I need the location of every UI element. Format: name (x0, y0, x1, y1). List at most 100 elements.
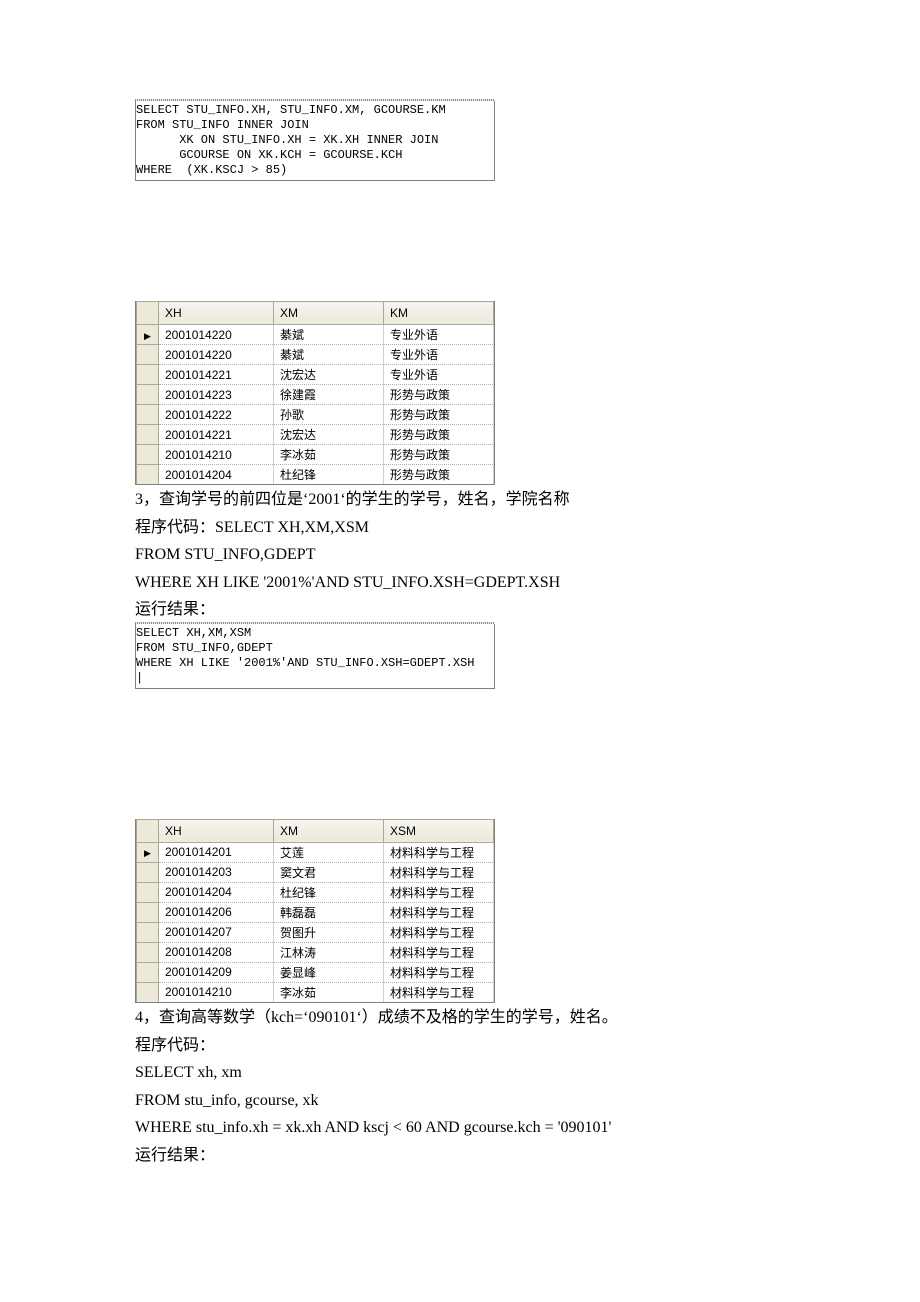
cell: 2001014220 (159, 345, 274, 365)
cell: 沈宏达 (274, 365, 384, 385)
table-row: 2001014222孙歌形势与政策 (137, 405, 494, 425)
cell: 綦斌 (274, 325, 384, 345)
cell: 形势与政策 (384, 445, 494, 465)
cell: 形势与政策 (384, 385, 494, 405)
cell: 专业外语 (384, 365, 494, 385)
row-selector (137, 902, 159, 922)
row-selector (137, 922, 159, 942)
row-selector (137, 425, 159, 445)
table-row: 2001014203窦文君材料科学与工程 (137, 862, 494, 882)
cell: 材料科学与工程 (384, 982, 494, 1002)
row-selector (137, 982, 159, 1002)
row-selector-header (137, 819, 159, 842)
cell: 材料科学与工程 (384, 942, 494, 962)
col-header-xm: XM (274, 302, 384, 325)
cell: 2001014221 (159, 365, 274, 385)
table-row: 2001014210李冰茹形势与政策 (137, 445, 494, 465)
cell: 孙歌 (274, 405, 384, 425)
cell: 2001014221 (159, 425, 274, 445)
table-row: 2001014210李冰茹材料科学与工程 (137, 982, 494, 1002)
table-row: 2001014207贺图升材料科学与工程 (137, 922, 494, 942)
sql-editor-1: SELECT STU_INFO.XH, STU_INFO.XM, GCOURSE… (135, 100, 495, 181)
col-header-km: KM (384, 302, 494, 325)
cell: 2001014210 (159, 445, 274, 465)
cell: 2001014220 (159, 325, 274, 345)
table-row: 2001014221沈宏达专业外语 (137, 365, 494, 385)
cell: 韩磊磊 (274, 902, 384, 922)
code-label: 程序代码： (135, 519, 215, 536)
cell: 材料科学与工程 (384, 842, 494, 862)
cell: 2001014204 (159, 465, 274, 485)
row-selector (137, 325, 159, 345)
cell: 姜显峰 (274, 962, 384, 982)
table-row: 2001014204杜纪锋材料科学与工程 (137, 882, 494, 902)
cell: 2001014206 (159, 902, 274, 922)
cell: 杜纪锋 (274, 465, 384, 485)
cell: 专业外语 (384, 345, 494, 365)
result-label: 运行结果： (135, 597, 785, 623)
row-selector-header (137, 302, 159, 325)
cell: 李冰茹 (274, 982, 384, 1002)
question-3-title: 3，查询学号的前四位是‘2001‘的学生的学号，姓名，学院名称 (135, 487, 785, 513)
cell: 材料科学与工程 (384, 962, 494, 982)
cell: 杜纪锋 (274, 882, 384, 902)
cell: 材料科学与工程 (384, 862, 494, 882)
table-row: 2001014221沈宏达形势与政策 (137, 425, 494, 445)
q3-code-line-2: WHERE XH LIKE '2001%'AND STU_INFO.XSH=GD… (135, 570, 785, 596)
question-4-title: 4，查询高等数学（kch=‘090101‘）成绩不及格的学生的学号，姓名。 (135, 1005, 785, 1031)
cell: 材料科学与工程 (384, 902, 494, 922)
row-selector (137, 942, 159, 962)
row-selector (137, 962, 159, 982)
cell: 2001014208 (159, 942, 274, 962)
col-header-xm: XM (274, 819, 384, 842)
row-selector (137, 365, 159, 385)
cell: 贺图升 (274, 922, 384, 942)
cell: 徐建霞 (274, 385, 384, 405)
q4-code-line-0: SELECT xh, xm (135, 1060, 785, 1086)
cell: 形势与政策 (384, 425, 494, 445)
table-row: 2001014201艾莲材料科学与工程 (137, 842, 494, 862)
cell: 窦文君 (274, 862, 384, 882)
cell: 2001014223 (159, 385, 274, 405)
col-header-xh: XH (159, 819, 274, 842)
q3-code-line-1: FROM STU_INFO,GDEPT (135, 542, 785, 568)
q3-code-line-0: SELECT XH,XM,XSM (215, 519, 369, 536)
row-selector (137, 882, 159, 902)
col-header-xsm: XSM (384, 819, 494, 842)
q4-code-line-2: WHERE stu_info.xh = xk.xh AND kscj < 60 … (135, 1115, 785, 1141)
cell: 2001014203 (159, 862, 274, 882)
result-label: 运行结果： (135, 1143, 785, 1169)
cell: 2001014207 (159, 922, 274, 942)
table-row: 2001014220綦斌专业外语 (137, 325, 494, 345)
sql-editor-2: SELECT XH,XM,XSM FROM STU_INFO,GDEPT WHE… (135, 623, 495, 689)
table-row: 2001014206韩磊磊材料科学与工程 (137, 902, 494, 922)
code-label: 程序代码： (135, 1033, 785, 1059)
row-selector (137, 465, 159, 485)
result-grid-2: XH XM XSM 2001014201艾莲材料科学与工程2001014203窦… (135, 819, 495, 1003)
cell: 材料科学与工程 (384, 882, 494, 902)
cell: 綦斌 (274, 345, 384, 365)
cell: 2001014210 (159, 982, 274, 1002)
row-selector (137, 862, 159, 882)
cell: 材料科学与工程 (384, 922, 494, 942)
row-selector (137, 445, 159, 465)
cell: 2001014222 (159, 405, 274, 425)
cell: 艾莲 (274, 842, 384, 862)
row-selector (137, 385, 159, 405)
cell: 2001014209 (159, 962, 274, 982)
cell: 形势与政策 (384, 405, 494, 425)
table-row: 2001014209姜显峰材料科学与工程 (137, 962, 494, 982)
col-header-xh: XH (159, 302, 274, 325)
table-row: 2001014208江林涛材料科学与工程 (137, 942, 494, 962)
row-selector (137, 345, 159, 365)
result-grid-1: XH XM KM 2001014220綦斌专业外语2001014220綦斌专业外… (135, 301, 495, 485)
row-selector (137, 842, 159, 862)
table-row: 2001014204杜纪锋形势与政策 (137, 465, 494, 485)
cell: 形势与政策 (384, 465, 494, 485)
cell: 李冰茹 (274, 445, 384, 465)
table-row: 2001014223徐建霞形势与政策 (137, 385, 494, 405)
cell: 沈宏达 (274, 425, 384, 445)
q4-code-line-1: FROM stu_info, gcourse, xk (135, 1088, 785, 1114)
row-selector (137, 405, 159, 425)
cell: 专业外语 (384, 325, 494, 345)
